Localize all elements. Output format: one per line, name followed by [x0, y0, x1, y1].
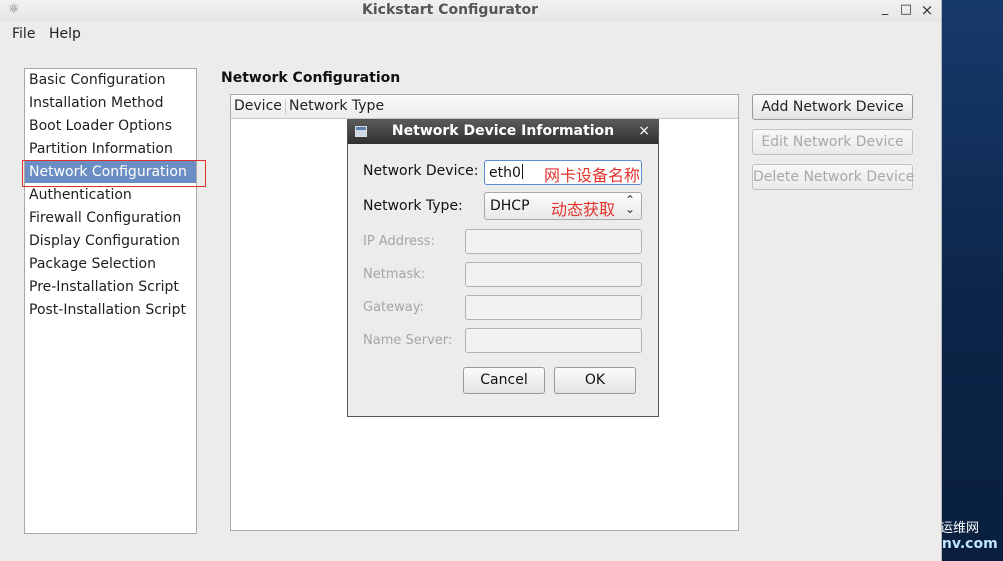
network-device-annotation: 网卡设备名称: [544, 166, 641, 185]
table-header: Device Network Type: [231, 95, 738, 119]
column-divider: [285, 99, 286, 114]
window-title: Kickstart Configurator: [362, 2, 538, 18]
nav-item-partition-information[interactable]: Partition Information: [25, 138, 196, 160]
netmask-label: Netmask:: [363, 267, 426, 282]
delete-network-device-button[interactable]: Delete Network Device: [752, 164, 914, 190]
close-button[interactable]: ×: [919, 1, 935, 19]
section-title: Network Configuration: [221, 70, 401, 86]
menubar: File Help: [0, 24, 941, 46]
column-header-device[interactable]: Device: [234, 98, 282, 114]
config-section-list: Basic Configuration Installation Method …: [24, 68, 197, 534]
nav-item-boot-loader-options[interactable]: Boot Loader Options: [25, 115, 196, 137]
select-updown-icon: ⌃ ⌄: [624, 193, 635, 216]
highlight-annotation-box: [22, 160, 206, 187]
nav-item-authentication[interactable]: Authentication: [25, 184, 196, 206]
main-window: ⚛ Kickstart Configurator _ □ × File Help…: [0, 0, 942, 561]
name-server-input[interactable]: [465, 328, 642, 353]
nav-item-firewall-configuration[interactable]: Firewall Configuration: [25, 207, 196, 229]
nav-item-pre-installation-script[interactable]: Pre-Installation Script: [25, 276, 196, 298]
ip-address-label: IP Address:: [363, 234, 435, 249]
dialog-close-button[interactable]: ×: [638, 123, 650, 139]
text-cursor: [521, 164, 523, 179]
maximize-button[interactable]: □: [898, 2, 914, 17]
nav-item-package-selection[interactable]: Package Selection: [25, 253, 196, 275]
nav-item-post-installation-script[interactable]: Post-Installation Script: [25, 299, 196, 321]
network-device-dialog: Network Device Information × Network Dev…: [347, 119, 659, 417]
network-device-value: eth0: [489, 165, 521, 181]
name-server-label: Name Server:: [363, 333, 453, 348]
nav-item-basic-configuration[interactable]: Basic Configuration: [25, 69, 196, 91]
gateway-label: Gateway:: [363, 300, 424, 315]
menu-file[interactable]: File: [12, 26, 35, 42]
dialog-titlebar: Network Device Information ×: [348, 120, 658, 144]
network-type-annotation: 动态获取: [551, 200, 616, 219]
network-device-label: Network Device:: [363, 163, 479, 179]
edit-network-device-button[interactable]: Edit Network Device: [752, 129, 913, 155]
add-network-device-button[interactable]: Add Network Device: [752, 94, 913, 120]
nav-item-installation-method[interactable]: Installation Method: [25, 92, 196, 114]
ok-button[interactable]: OK: [554, 367, 636, 394]
gateway-input[interactable]: [465, 295, 642, 320]
desktop-background: [942, 0, 1003, 561]
nav-item-display-configuration[interactable]: Display Configuration: [25, 230, 196, 252]
network-type-value: DHCP: [490, 198, 530, 214]
menu-help[interactable]: Help: [49, 26, 81, 42]
column-header-network-type[interactable]: Network Type: [289, 98, 384, 114]
ip-address-input[interactable]: [465, 229, 642, 254]
cancel-button[interactable]: Cancel: [463, 367, 545, 394]
netmask-input[interactable]: [465, 262, 642, 287]
titlebar: ⚛ Kickstart Configurator _ □ ×: [0, 0, 941, 22]
network-type-label: Network Type:: [363, 198, 463, 214]
minimize-button[interactable]: _: [877, 1, 893, 16]
watermark-cn: 运维网: [940, 521, 980, 536]
dialog-title: Network Device Information: [391, 123, 615, 139]
